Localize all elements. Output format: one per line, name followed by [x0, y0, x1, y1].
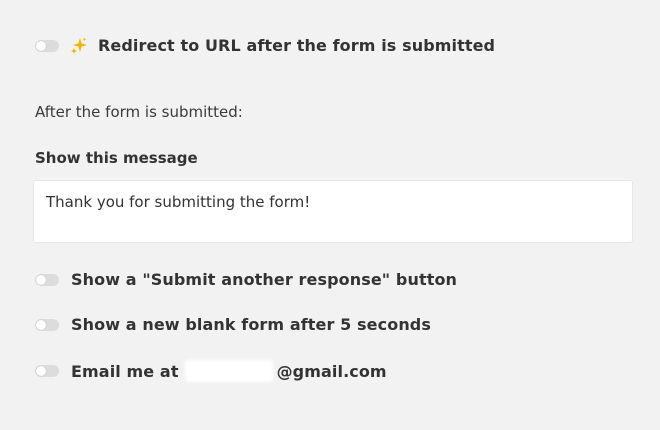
- redacted-email-username: [184, 360, 273, 382]
- email-me-option: Email me at @gmail.com: [35, 360, 387, 382]
- show-message-label: Show this message: [35, 149, 198, 167]
- toggle-knob: [36, 274, 46, 285]
- submit-another-option: Show a "Submit another response" button: [35, 270, 457, 289]
- email-prefix-label: Email me at: [71, 361, 179, 381]
- sparkle-icon: [70, 37, 88, 55]
- submit-another-toggle[interactable]: [35, 273, 59, 286]
- blank-form-toggle[interactable]: [35, 318, 59, 331]
- email-domain-label: @gmail.com: [276, 361, 387, 381]
- email-me-toggle[interactable]: [35, 365, 59, 377]
- submit-another-label: Show a "Submit another response" button: [71, 270, 458, 289]
- blank-form-option: Show a new blank form after 5 seconds: [35, 315, 431, 334]
- toggle-knob: [36, 319, 46, 330]
- message-input[interactable]: Thank you for submitting the form!: [33, 180, 633, 243]
- redirect-url-option: Redirect to URL after the form is submit…: [35, 36, 495, 55]
- blank-form-label: Show a new blank form after 5 seconds: [71, 315, 431, 334]
- redirect-url-label: Redirect to URL after the form is submit…: [98, 36, 496, 55]
- toggle-knob: [36, 366, 46, 376]
- after-submit-heading: After the form is submitted:: [35, 103, 243, 121]
- toggle-knob: [36, 40, 46, 51]
- redirect-url-toggle[interactable]: [35, 39, 59, 52]
